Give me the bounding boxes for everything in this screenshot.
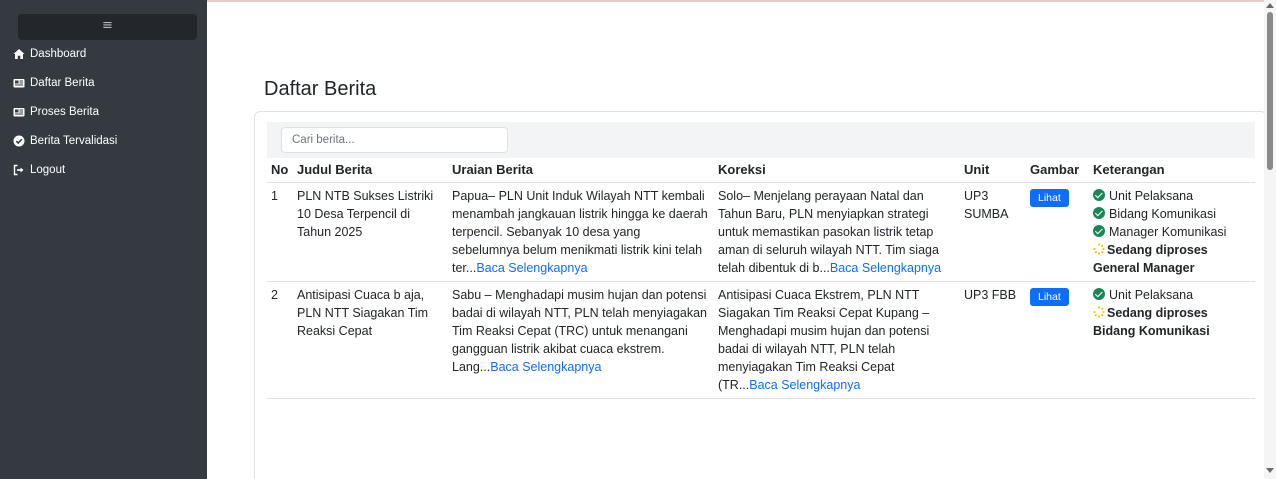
row-uraian: Papua– PLN Unit Induk Wilayah NTT kembal… bbox=[448, 182, 714, 282]
read-more-link[interactable]: Baca Selengkapnya bbox=[490, 360, 601, 374]
home-icon bbox=[13, 48, 25, 60]
row-koreksi: Solo– Menjelang perayaan Natal dan Tahun… bbox=[714, 182, 960, 282]
read-more-link[interactable]: Baca Selengkapnya bbox=[476, 261, 587, 275]
header-judul: Judul Berita bbox=[293, 158, 448, 183]
table-header-row: No Judul Berita Uraian Berita Koreksi Un… bbox=[267, 158, 1255, 183]
status-done: Manager Komunikasi bbox=[1093, 223, 1251, 241]
sidebar-item-label: Proses Berita bbox=[30, 106, 100, 118]
status-done: Unit Pelaksana bbox=[1093, 286, 1251, 304]
sidebar-item-logout[interactable]: Logout bbox=[13, 160, 65, 180]
spinner-icon bbox=[1093, 243, 1105, 255]
page-scrollbar[interactable] bbox=[1264, 0, 1276, 479]
row-koreksi: Antisipasi Cuaca Ekstrem, PLN NTT Siagak… bbox=[714, 281, 960, 399]
check-circle-icon bbox=[1093, 189, 1105, 201]
newspaper-icon bbox=[13, 106, 25, 118]
sidebar-toggle-button[interactable]: ≡ bbox=[18, 14, 197, 40]
sidebar-item-berita-tervalidasi[interactable]: Berita Tervalidasi bbox=[13, 131, 117, 151]
status-pending: Sedang diproses General Manager bbox=[1093, 243, 1208, 275]
sidebar-item-proses-berita[interactable]: Proses Berita bbox=[13, 102, 99, 122]
table-row: 2 Antisipasi Cuaca b aja, PLN NTT Siagak… bbox=[267, 281, 1255, 399]
spinner-icon bbox=[1093, 306, 1105, 318]
search-input[interactable] bbox=[281, 127, 508, 153]
scroll-up-arrow-icon[interactable] bbox=[1266, 3, 1274, 8]
sidebar: ≡ Dashboard Daftar Berita Proses Berita … bbox=[0, 0, 207, 479]
view-image-button[interactable]: Lihat bbox=[1030, 189, 1069, 207]
header-unit: Unit bbox=[960, 158, 1026, 183]
menu-icon: ≡ bbox=[102, 18, 113, 33]
header-keterangan: Keterangan bbox=[1089, 158, 1255, 183]
header-no: No bbox=[267, 158, 293, 183]
status-pending: Sedang diproses Bidang Komunikasi bbox=[1093, 306, 1210, 338]
search-bar bbox=[267, 122, 1255, 158]
check-circle-icon bbox=[1093, 207, 1105, 219]
row-no: 2 bbox=[267, 281, 293, 399]
sidebar-item-dashboard[interactable]: Dashboard bbox=[13, 44, 86, 64]
news-table: No Judul Berita Uraian Berita Koreksi Un… bbox=[267, 158, 1255, 399]
sidebar-item-label: Dashboard bbox=[30, 48, 87, 60]
header-uraian: Uraian Berita bbox=[448, 158, 714, 183]
newspaper-icon bbox=[13, 77, 25, 89]
status-done: Unit Pelaksana bbox=[1093, 187, 1251, 205]
row-judul: PLN NTB Sukses Listriki 10 Desa Terpenci… bbox=[293, 182, 448, 282]
status-done: Bidang Komunikasi bbox=[1093, 205, 1251, 223]
check-circle-icon bbox=[1093, 225, 1105, 237]
row-keterangan: Unit Pelaksana Sedang diproses Bidang Ko… bbox=[1089, 281, 1255, 399]
sidebar-item-daftar-berita[interactable]: Daftar Berita bbox=[13, 73, 95, 93]
header-koreksi: Koreksi bbox=[714, 158, 960, 183]
page-title: Daftar Berita bbox=[264, 78, 377, 100]
sign-out-icon bbox=[13, 164, 25, 176]
koreksi-text: Antisipasi Cuaca Ekstrem, PLN NTT Siagak… bbox=[718, 288, 930, 392]
sidebar-item-label: Logout bbox=[30, 164, 66, 176]
row-uraian: Sabu – Menghadapi musim hujan dan potens… bbox=[448, 281, 714, 399]
row-no: 1 bbox=[267, 182, 293, 282]
row-judul: Antisipasi Cuaca b aja, PLN NTT Siagakan… bbox=[293, 281, 448, 399]
row-unit: UP3 SUMBA bbox=[960, 182, 1026, 282]
row-gambar: Lihat bbox=[1026, 182, 1089, 282]
row-keterangan: Unit Pelaksana Bidang Komunikasi Manager… bbox=[1089, 182, 1255, 282]
sidebar-item-label: Daftar Berita bbox=[30, 77, 95, 89]
news-card: No Judul Berita Uraian Berita Koreksi Un… bbox=[254, 111, 1267, 479]
scroll-thumb[interactable] bbox=[1267, 12, 1273, 170]
scroll-down-arrow-icon[interactable] bbox=[1266, 468, 1274, 473]
check-circle-icon bbox=[1093, 288, 1105, 300]
row-gambar: Lihat bbox=[1026, 281, 1089, 399]
table-row: 1 PLN NTB Sukses Listriki 10 Desa Terpen… bbox=[267, 182, 1255, 282]
read-more-link[interactable]: Baca Selengkapnya bbox=[830, 261, 941, 275]
read-more-link[interactable]: Baca Selengkapnya bbox=[749, 378, 860, 392]
row-unit: UP3 FBB bbox=[960, 281, 1026, 399]
check-circle-icon bbox=[13, 135, 25, 147]
header-gambar: Gambar bbox=[1026, 158, 1089, 183]
view-image-button[interactable]: Lihat bbox=[1030, 288, 1069, 306]
sidebar-item-label: Berita Tervalidasi bbox=[30, 135, 118, 147]
